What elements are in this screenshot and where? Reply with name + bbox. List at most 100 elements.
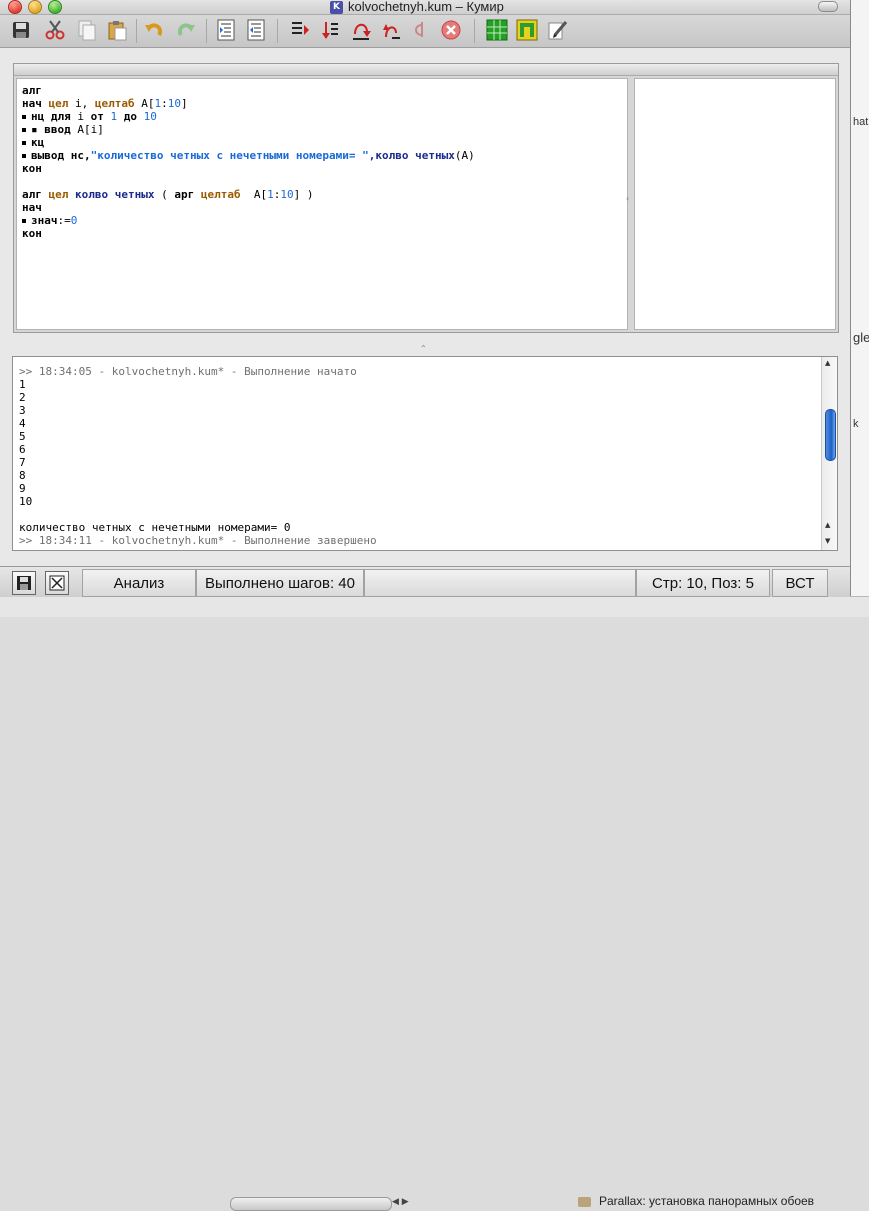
code-token: 1 [267, 188, 274, 201]
block-marker-icon [22, 128, 26, 132]
code-token: от [90, 110, 111, 123]
code-line[interactable]: нц для i от 1 до 10 [17, 110, 627, 123]
close-icon[interactable] [45, 571, 69, 595]
code-line[interactable]: ▪ ввод A[i] [17, 123, 627, 136]
grid-robot-icon[interactable] [486, 19, 508, 41]
code-token: целтаб [94, 97, 135, 110]
console-line: >> 18:34:05 - kolvochetnyh.kum* - Выполн… [19, 365, 357, 378]
code-editor[interactable]: алг нач цел i, целтаб A[1:10] нц для i от … [16, 78, 628, 330]
code-token: A[ [240, 188, 268, 201]
code-line[interactable]: вывод нс,"количество четных с нечетными … [17, 149, 627, 162]
stop-icon[interactable] [440, 19, 462, 41]
code-line[interactable]: алг [17, 84, 627, 97]
scroll-up-arrow[interactable]: ▲ [825, 521, 830, 529]
toolbar [0, 15, 850, 48]
save-icon[interactable] [12, 571, 36, 595]
code-token: знач [31, 214, 58, 227]
code-line[interactable]: алг цел колво четных ( арг целтаб A[1:10… [17, 188, 627, 201]
margin-pane[interactable] [634, 78, 836, 330]
console-line: >> 18:34:11 - kolvochetnyh.kum* - Выполн… [19, 534, 377, 547]
code-token: i [77, 110, 91, 123]
toolbar-separator [136, 19, 137, 43]
block-marker-icon [22, 141, 26, 145]
console-line: 1 [19, 378, 26, 391]
scroll-up-arrow[interactable]: ▲ [825, 359, 830, 367]
title-bar[interactable]: K kolvochetnyh.kum – Кумир [0, 0, 850, 15]
console-lines: >> 18:34:05 - kolvochetnyh.kum* - Выполн… [13, 357, 837, 547]
console-scroll-thumb[interactable] [825, 409, 836, 461]
outdent-icon[interactable] [245, 19, 267, 41]
save-icon[interactable] [10, 19, 32, 41]
background-text-fragment: gle [853, 330, 869, 345]
kumir-window: K kolvochetnyh.kum – Кумир алг нач цел i… [0, 0, 851, 597]
scroll-down-arrow[interactable]: ▼ [825, 537, 830, 545]
code-line[interactable] [17, 175, 627, 188]
pencil-icon[interactable] [546, 19, 568, 41]
background-document-label: Parallax: установка панорамных обоев [599, 1194, 815, 1208]
redo-icon[interactable] [175, 19, 197, 41]
minimize-window-button[interactable] [28, 0, 42, 14]
indent-icon[interactable] [215, 19, 237, 41]
code-token: алг [22, 188, 49, 201]
copy-icon[interactable] [76, 19, 98, 41]
console-line: 9 [19, 482, 26, 495]
folder-icon [578, 1196, 591, 1207]
code-token: ,колво четных [368, 149, 455, 162]
console-line: 5 [19, 430, 26, 443]
code-token: 10 [280, 188, 294, 201]
code-token: : [161, 97, 168, 110]
vertical-splitter-handle[interactable]: ‹ [626, 194, 629, 203]
draw-board-icon[interactable] [516, 19, 538, 41]
window-title-text: kolvochetnyh.kum – Кумир [348, 0, 504, 14]
step-over-icon[interactable] [350, 19, 372, 41]
output-console[interactable]: >> 18:34:05 - kolvochetnyh.kum* - Выполн… [12, 356, 838, 551]
insert-mode-indicator[interactable]: ВСТ [772, 569, 828, 597]
background-scroll-arrows: ◀ ▶ [392, 1197, 409, 1207]
console-line: 7 [19, 456, 26, 469]
console-line: 3 [19, 404, 26, 417]
background-text-fragment: hat [853, 116, 869, 128]
code-token: нач [22, 201, 42, 214]
status-message [364, 569, 636, 597]
code-token: ▪ [31, 123, 45, 136]
code-line[interactable]: нач [17, 201, 627, 214]
run-icon[interactable] [288, 19, 310, 41]
code-token: вывод нс, [31, 149, 91, 162]
code-token: ] [181, 97, 188, 110]
undo-icon[interactable] [143, 19, 165, 41]
analysis-button[interactable]: Анализ [82, 569, 196, 597]
horizontal-splitter-handle[interactable]: ⌃ [420, 344, 427, 353]
code-line[interactable]: нач цел i, целтаб A[1:10] [17, 97, 627, 110]
code-token: := [57, 214, 71, 227]
steps-counter: Выполнено шагов: 40 [196, 569, 364, 597]
app-icon: K [330, 0, 343, 14]
code-token: 0 [70, 214, 78, 227]
console-line: 6 [19, 443, 26, 456]
code-line[interactable]: кон [17, 162, 627, 175]
code-line[interactable]: кон [17, 227, 627, 240]
step-in-icon[interactable] [318, 19, 340, 41]
code-token: "количество четных с нечетными номерами=… [90, 149, 369, 162]
code-token: колво четных [68, 188, 155, 201]
cut-icon[interactable] [44, 19, 66, 41]
toolbar-toggle-button[interactable] [818, 1, 838, 12]
step-back-icon[interactable] [410, 19, 432, 41]
zoom-window-button[interactable] [48, 0, 62, 14]
background-window-edge: hat k gle [850, 0, 869, 616]
paste-icon[interactable] [106, 19, 128, 41]
step-out-icon[interactable] [380, 19, 402, 41]
code-line[interactable]: знач:=0 [17, 214, 627, 227]
code-token: A[i] [77, 123, 104, 136]
background-text-fragment: k [853, 418, 859, 430]
code-token: цел [48, 188, 69, 201]
editor-area: алг нач цел i, целтаб A[1:10] нц для i от … [13, 63, 839, 333]
console-scrollbar[interactable]: ▲ ▲ ▼ [821, 357, 837, 550]
window-title: K kolvochetnyh.kum – Кумир [330, 0, 504, 14]
code-line[interactable]: кц [17, 136, 627, 149]
console-line: 2 [19, 391, 26, 404]
close-window-button[interactable] [8, 0, 22, 14]
status-bar: Анализ Выполнено шагов: 40 Стр: 10, Поз:… [0, 566, 850, 597]
code-token: 10 [167, 97, 181, 110]
background-document-item: Parallax: установка панорамных обоев [578, 1194, 814, 1208]
block-marker-icon [22, 219, 26, 223]
